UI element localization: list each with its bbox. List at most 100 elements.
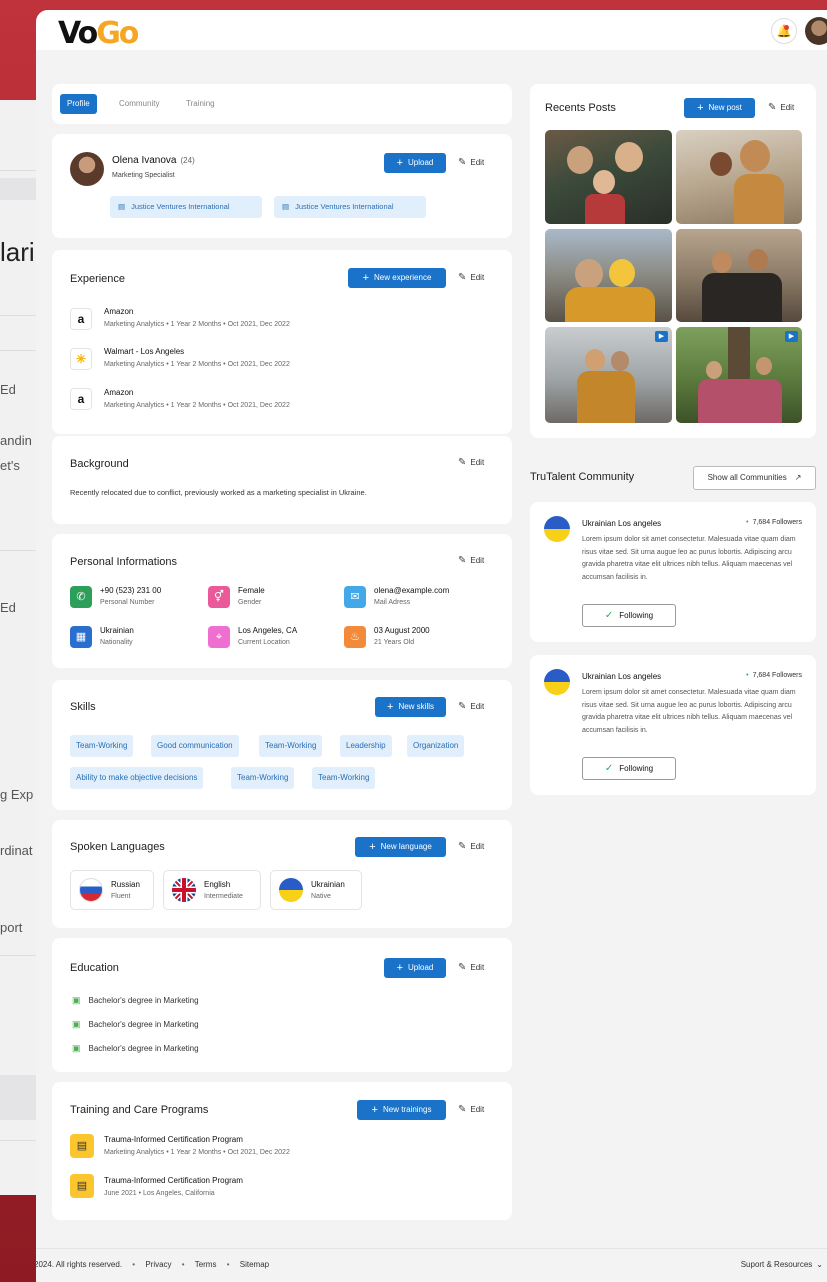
skill-tag[interactable]: Team-Working — [231, 767, 295, 789]
photo-figure — [585, 349, 605, 371]
edit-background-button[interactable]: ✎ Edit — [458, 453, 484, 473]
photo-figure — [585, 194, 625, 224]
ukraine-flag-icon — [544, 516, 570, 542]
edit-icon: ✎ — [458, 962, 467, 973]
photo-figure — [734, 174, 784, 224]
post-photo[interactable]: ▶ — [545, 327, 672, 423]
uk-flag-graphic — [172, 878, 196, 902]
organization-pill[interactable]: ▤ Justice Ventures International — [110, 196, 262, 218]
skill-tag[interactable]: Leadership — [340, 735, 392, 757]
experience-card: Experience + New experience ✎ Edit a Amazo… — [52, 250, 512, 434]
separator-dot: • — [226, 1260, 230, 1269]
copyright: 2024. All rights reserved. — [36, 1260, 123, 1269]
photo-figure — [706, 361, 722, 379]
post-photo[interactable] — [545, 130, 672, 224]
info-value: 03 August 2000 — [374, 626, 430, 635]
edit-posts-button[interactable]: ✎ Edit — [768, 98, 794, 118]
privacy-link[interactable]: Privacy — [145, 1260, 171, 1269]
video-icon: ▶ — [655, 331, 668, 342]
info-value: Ukrainian — [100, 626, 134, 635]
support-resources-link[interactable]: Suport & Resources ⌄ — [741, 1260, 823, 1269]
diploma-icon: ▣ — [72, 995, 81, 1005]
sitemap-link[interactable]: Sitemap — [240, 1260, 269, 1269]
education-card: Education + Upload ✎ Edit ▣ Bachelor's degr… — [52, 938, 512, 1072]
experience-details: Marketing Analytics • 1 Year 2 Months • … — [104, 321, 290, 328]
profile-avatar — [70, 152, 104, 186]
post-photo[interactable] — [676, 130, 802, 224]
notification-bell-icon[interactable]: 🔔 — [771, 18, 797, 44]
phone-icon: ✆ — [70, 586, 92, 608]
logo[interactable]: VoGo — [58, 16, 139, 51]
terms-link[interactable]: Terms — [195, 1260, 217, 1269]
upload-education-button[interactable]: + Upload — [384, 958, 446, 978]
edit-icon: ✎ — [458, 701, 467, 712]
russia-flag-icon — [79, 878, 103, 902]
walmart-logo-icon: ✳ — [70, 348, 92, 370]
plus-icon: + — [371, 1104, 378, 1116]
new-skills-button[interactable]: + New skills — [375, 697, 446, 717]
profile-title: Marketing Specialist — [112, 172, 175, 179]
new-trainings-button[interactable]: + New trainings — [357, 1100, 446, 1120]
photo-figure — [575, 259, 603, 289]
skill-tag[interactable]: Team-Working — [259, 735, 323, 757]
language-item: Ukrainian Native — [270, 870, 362, 910]
section-title: Recents Posts — [545, 102, 616, 114]
edit-experience-button[interactable]: ✎ Edit — [458, 268, 484, 288]
education-item: ▣ Bachelor's degree in Marketing — [72, 1019, 199, 1029]
skill-tag[interactable]: Ability to make objective decisions — [70, 767, 204, 789]
edit-personal-button[interactable]: ✎ Edit — [458, 551, 484, 571]
company-name: Walmart - Los Angeles — [104, 347, 185, 356]
edit-skills-button[interactable]: ✎ Edit — [458, 697, 484, 717]
community-card: Ukrainian Los angeles • 7,684 Followers L… — [530, 502, 816, 642]
following-button[interactable]: ✓ Following — [582, 604, 676, 627]
new-experience-button[interactable]: + New experience — [348, 268, 446, 288]
new-language-button[interactable]: + New language — [355, 837, 446, 857]
skill-tag[interactable]: Team-Working — [70, 735, 134, 757]
ghost-text: et's — [0, 458, 20, 473]
photo-figure — [567, 146, 593, 174]
plus-icon: + — [362, 272, 370, 284]
language-level: Intermediate — [204, 893, 243, 900]
tab-community[interactable]: Community — [119, 94, 159, 114]
amazon-logo-icon: a — [70, 388, 92, 410]
edit-profile-button[interactable]: ✎ Edit — [458, 153, 484, 173]
dot-icon: • — [746, 519, 749, 526]
plus-icon: + — [396, 962, 404, 974]
edit-icon: ✎ — [458, 272, 467, 283]
post-photo[interactable] — [676, 229, 802, 322]
post-photo[interactable]: ▶ — [676, 327, 802, 423]
ghost-text: g Exp — [0, 787, 34, 802]
edit-icon: ✎ — [458, 1104, 467, 1115]
section-title: Education — [70, 962, 119, 974]
organization-pill[interactable]: ▤ Justice Ventures International — [274, 196, 426, 218]
arrow-up-right-icon: ↗ — [794, 473, 802, 482]
show-all-communities-button[interactable]: Show all Communities ↗ — [693, 466, 816, 490]
info-label: Personal Number — [100, 599, 155, 606]
tab-profile[interactable]: Profile — [60, 94, 97, 114]
post-photo[interactable] — [545, 229, 672, 322]
mask-figure — [609, 259, 635, 287]
photo-figure — [577, 371, 635, 423]
community-name: Ukrainian Los angeles — [582, 672, 662, 681]
skill-tag[interactable]: Organization — [407, 735, 465, 757]
edit-training-button[interactable]: ✎ Edit — [458, 1100, 484, 1120]
skill-tag[interactable]: Team-Working — [312, 767, 376, 789]
edit-languages-button[interactable]: ✎ Edit — [458, 837, 484, 857]
info-label: Gender — [238, 599, 262, 606]
following-button[interactable]: ✓ Following — [582, 757, 676, 780]
tab-training[interactable]: Training — [186, 94, 215, 114]
info-value: +90 (523) 231 00 — [100, 586, 162, 595]
personal-info-card: Personal Informations ✎ Edit ✆ +90 (523) … — [52, 534, 512, 668]
skill-tag[interactable]: Good communication — [151, 735, 239, 757]
photo-figure — [702, 273, 782, 322]
edit-education-button[interactable]: ✎ Edit — [458, 958, 484, 978]
info-label: Mail Adress — [374, 599, 411, 606]
upload-photo-button[interactable]: + Upload — [384, 153, 446, 173]
new-post-button[interactable]: + New post — [684, 98, 755, 118]
language-name: English — [204, 880, 231, 889]
edit-icon: ✎ — [458, 555, 467, 566]
app-window: VoGo 🔔 Profile Community Training Olena … — [36, 10, 827, 1282]
gender-icon: ⚥ — [208, 586, 230, 608]
user-avatar[interactable] — [805, 17, 827, 45]
profile-tabs: Profile Community Training — [52, 84, 512, 124]
